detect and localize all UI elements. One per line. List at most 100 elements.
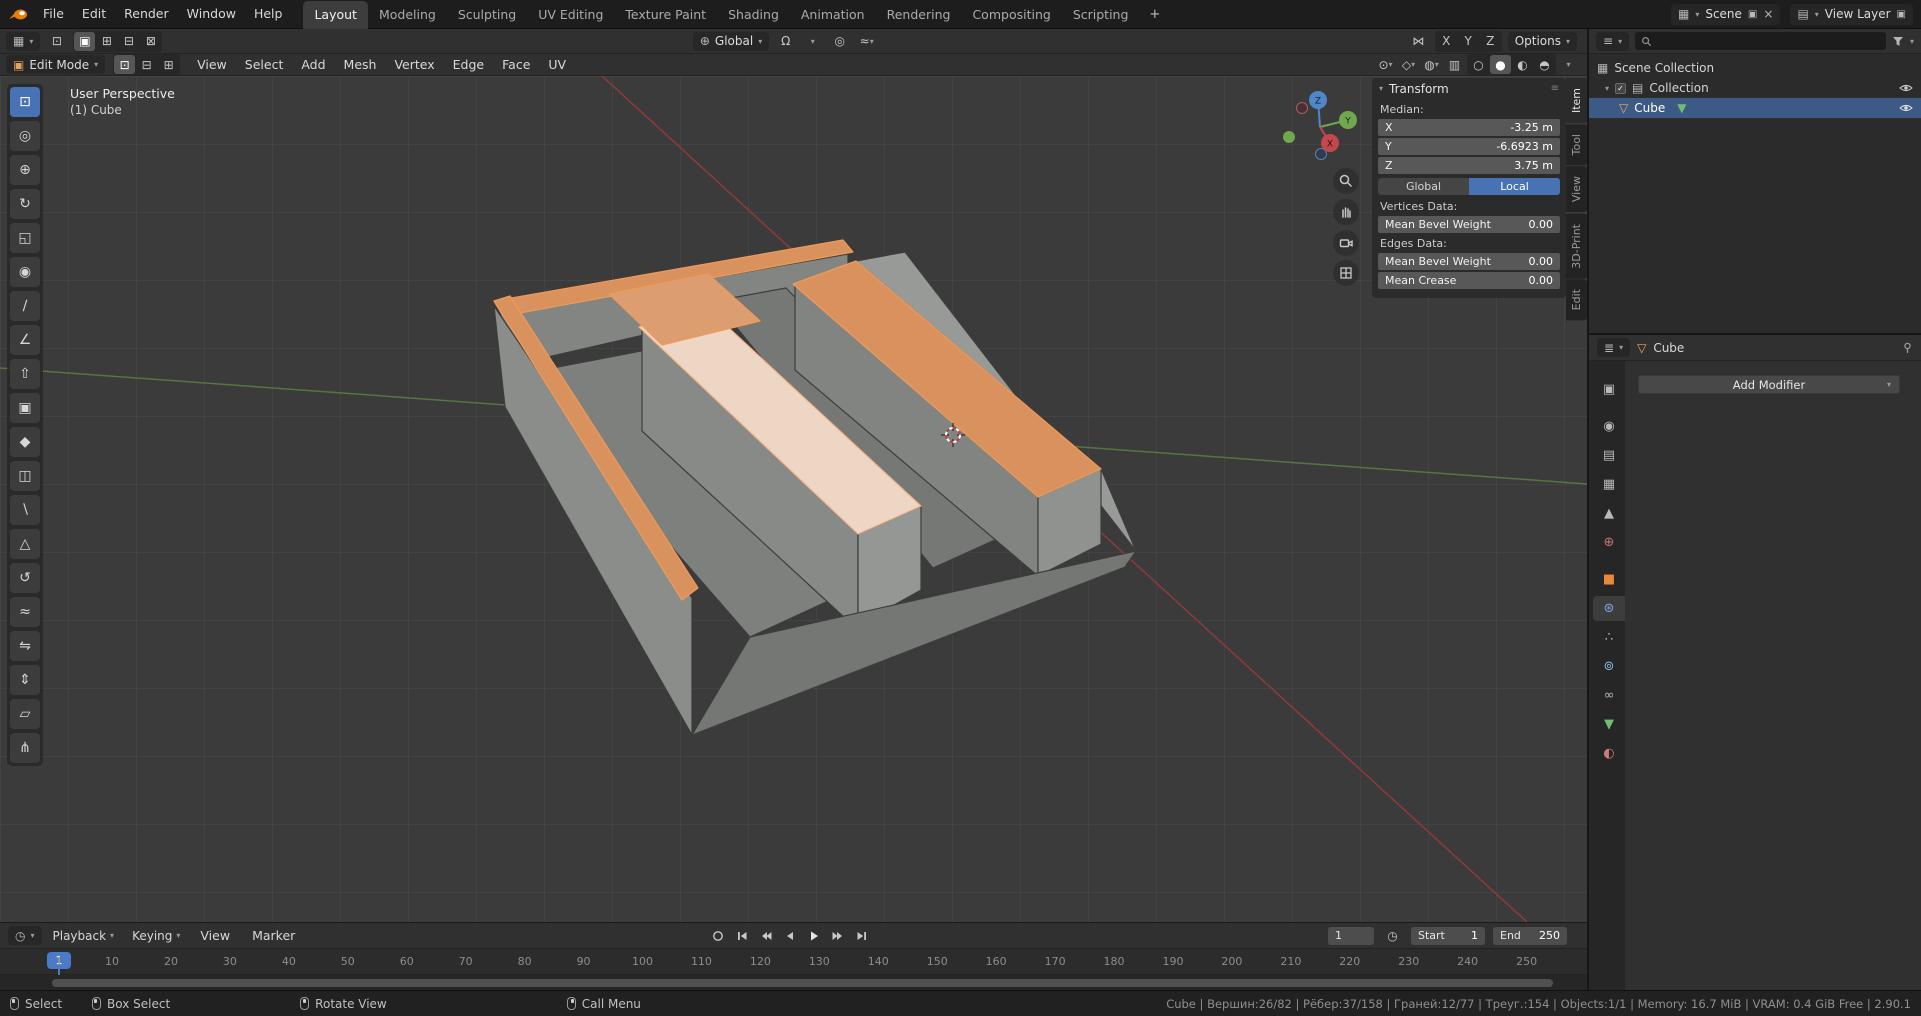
active-tool-icon[interactable]: ⊡ <box>46 32 67 51</box>
use-preview-range-icon[interactable]: ◷ <box>1382 926 1403 945</box>
jump-start-button[interactable] <box>731 926 753 946</box>
workspace-tab-texture-paint[interactable]: Texture Paint <box>614 1 717 29</box>
play-rev-button[interactable] <box>779 926 801 946</box>
next-key-button[interactable] <box>827 926 849 946</box>
properties-tab-render[interactable]: ◉ <box>1593 414 1625 439</box>
chevron-down-icon[interactable]: ▾ <box>1910 37 1914 46</box>
tab-item[interactable]: Item <box>1566 78 1587 123</box>
vertex-select-button[interactable]: ⊡ <box>114 55 135 74</box>
filter-icon[interactable] <box>1892 36 1904 47</box>
viewport-menu-edge[interactable]: Edge <box>444 51 493 79</box>
tool-poly-build[interactable]: △ <box>10 529 40 559</box>
workspace-tab-animation[interactable]: Animation <box>790 1 876 29</box>
overlays-dropdown[interactable]: ◍▾ <box>1421 55 1442 74</box>
viewport-menu-vertex[interactable]: Vertex <box>385 51 443 79</box>
tool-annotate[interactable]: ∕ <box>10 291 40 321</box>
transform-panel-header[interactable]: ▾ Transform ≡ <box>1372 78 1566 99</box>
panel-drag-icon[interactable]: ≡ <box>1551 83 1559 94</box>
outliner-editor-selector[interactable]: ≡▾ <box>1596 32 1629 51</box>
tool-shear[interactable]: ▱ <box>10 699 40 729</box>
tool-rip-region[interactable]: ⋔ <box>10 733 40 763</box>
workspace-tab-shading[interactable]: Shading <box>717 1 790 29</box>
viewport-menu-face[interactable]: Face <box>493 51 539 79</box>
viewport-menu-uv[interactable]: UV <box>539 51 575 79</box>
gizmos-dropdown[interactable]: ◇▾ <box>1398 55 1419 74</box>
tool-scale[interactable]: ◱ <box>10 223 40 253</box>
show-object-types-dropdown[interactable]: ⊙▾ <box>1375 55 1396 74</box>
viewport-menu-add[interactable]: Add <box>292 51 334 79</box>
pin-icon[interactable] <box>1902 342 1913 354</box>
options-dropdown[interactable]: Options ▾ <box>1508 32 1577 51</box>
expand-icon[interactable]: ▾ <box>1605 84 1609 93</box>
outliner-row-collection[interactable]: ▾ ▤ Collection <box>1589 78 1921 98</box>
pan-hand-button[interactable] <box>1333 199 1359 225</box>
edge-select-button[interactable]: ⊟ <box>136 55 157 74</box>
outliner-row-scene-collection[interactable]: ▦ Scene Collection <box>1589 58 1921 78</box>
snap-magnet-toggle[interactable]: Ω <box>775 32 796 51</box>
keying-menu[interactable]: Keying▾ <box>125 925 187 947</box>
median-z-field[interactable]: Z3.75 m <box>1378 157 1560 174</box>
global-space-button[interactable]: Global <box>1378 178 1469 195</box>
timeline-marker-menu[interactable]: Marker <box>243 922 304 950</box>
menu-render[interactable]: Render <box>115 0 178 28</box>
timeline-ruler[interactable]: 1 11020304050607080901001101201301401501… <box>0 949 1587 975</box>
shading-settings-dropdown[interactable]: ▾ <box>1558 55 1579 74</box>
editor-type-selector[interactable]: ▦▾ <box>6 32 40 51</box>
mirror-icon[interactable]: ⋈ <box>1408 32 1429 51</box>
properties-tab-scene[interactable]: ▲ <box>1593 501 1625 526</box>
select-invert-button[interactable]: ⊠ <box>140 32 161 51</box>
outliner-search-input[interactable] <box>1635 32 1886 50</box>
tool-cursor[interactable]: ◎ <box>10 121 40 151</box>
properties-editor-selector[interactable]: ≣▾ <box>1597 338 1630 357</box>
camera-view-button[interactable] <box>1333 230 1359 256</box>
collection-checkbox[interactable] <box>1615 83 1626 94</box>
viewport-menu-mesh[interactable]: Mesh <box>335 51 386 79</box>
gizmo-neg-y[interactable] <box>1283 131 1295 143</box>
mirror-axis-x-toggle[interactable]: X <box>1436 32 1457 51</box>
zoom-button[interactable] <box>1333 168 1359 194</box>
tool-transform[interactable]: ◉ <box>10 257 40 287</box>
transform-orientation-dropdown[interactable]: ⊕ Global ▾ <box>693 32 769 51</box>
proportional-falloff-dropdown[interactable]: ≈▾ <box>856 32 877 51</box>
median-y-field[interactable]: Y-6.6923 m <box>1378 138 1560 155</box>
playback-menu[interactable]: Playback▾ <box>46 925 122 947</box>
workspace-tab-sculpting[interactable]: Sculpting <box>447 1 527 29</box>
properties-tab-physics[interactable]: ⊚ <box>1593 654 1625 679</box>
scene-selector[interactable]: ▦ ▾ Scene ▣ × <box>1671 4 1780 25</box>
mirror-axis-y-toggle[interactable]: Y <box>1458 32 1479 51</box>
properties-tab-modifiers[interactable]: ⊛ <box>1593 596 1625 621</box>
timeline-scrollbar[interactable] <box>52 979 1553 987</box>
navigation-gizmo[interactable]: Z Y X <box>1283 91 1357 160</box>
view-layer-selector[interactable]: ▤ ▾ View Layer ▣ <box>1790 4 1913 25</box>
workspace-tab-modeling[interactable]: Modeling <box>368 1 447 29</box>
autokey-button[interactable] <box>707 926 729 946</box>
properties-tab-object-data[interactable]: ▼ <box>1593 712 1625 737</box>
mode-selector[interactable]: ▣ Edit Mode ▾ <box>6 55 105 74</box>
jump-end-button[interactable] <box>851 926 873 946</box>
menu-help[interactable]: Help <box>245 0 292 28</box>
play-button[interactable] <box>803 926 825 946</box>
tool-inset-faces[interactable]: ▣ <box>10 393 40 423</box>
select-set-button[interactable]: ▣ <box>74 32 95 51</box>
median-x-field[interactable]: X-3.25 m <box>1378 119 1560 136</box>
tool-measure[interactable]: ∠ <box>10 325 40 355</box>
wireframe-shading-button[interactable]: ○ <box>1468 55 1489 74</box>
tool-rotate[interactable]: ↻ <box>10 189 40 219</box>
unlink-scene-icon[interactable]: × <box>1763 7 1773 21</box>
tool-loop-cut[interactable]: ◫ <box>10 461 40 491</box>
viewport-3d-area[interactable]: Z Y X User Perspective (1) Cube ⊡◎⊕↻◱◉∕∠… <box>0 76 1587 922</box>
gizmo-neg-x[interactable] <box>1297 103 1308 114</box>
add-workspace-button[interactable]: + <box>1141 3 1168 26</box>
menu-window[interactable]: Window <box>178 0 245 28</box>
tool-knife[interactable]: ∖ <box>10 495 40 525</box>
frame-end-field[interactable]: End250 <box>1493 927 1567 945</box>
viewport-menu-view[interactable]: View <box>188 51 236 79</box>
snap-settings-dropdown[interactable]: ▾ <box>802 32 823 51</box>
menu-file[interactable]: File <box>34 0 73 28</box>
eye-icon[interactable] <box>1899 103 1913 113</box>
workspace-tab-uv-editing[interactable]: UV Editing <box>527 1 614 29</box>
edge-bevel-weight-field[interactable]: Mean Bevel Weight0.00 <box>1378 253 1560 270</box>
menu-edit[interactable]: Edit <box>73 0 115 28</box>
workspace-tab-scripting[interactable]: Scripting <box>1062 1 1140 29</box>
workspace-tab-layout[interactable]: Layout <box>303 1 368 29</box>
